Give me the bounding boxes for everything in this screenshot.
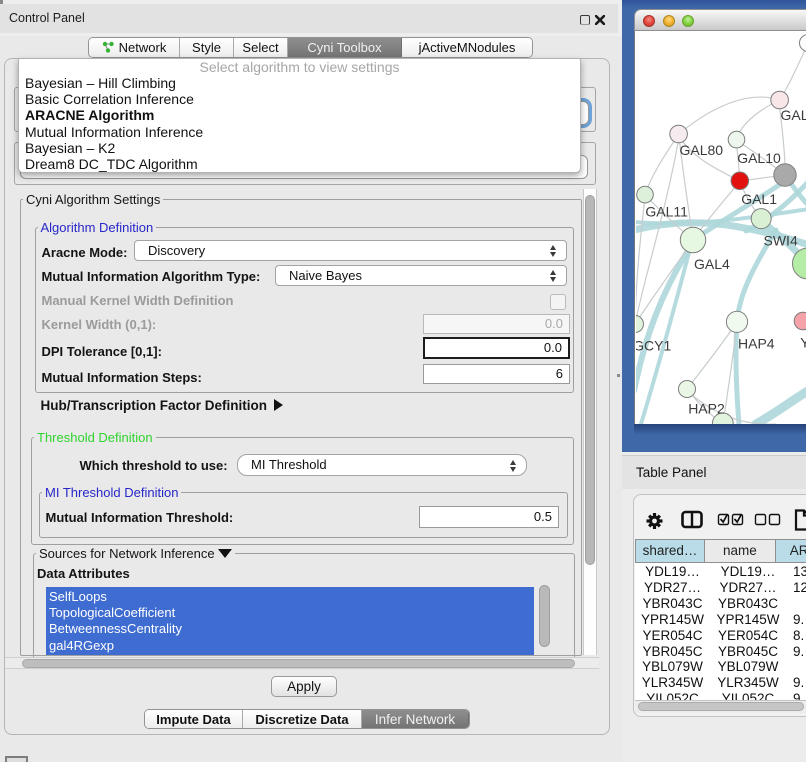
svg-text:SWI4: SWI4 [764, 233, 798, 249]
svg-text:GAL10: GAL10 [737, 150, 781, 166]
svg-text:GAL11: GAL11 [645, 204, 688, 220]
svg-text:GCY1: GCY1 [636, 338, 671, 354]
svg-text:HAP2: HAP2 [688, 401, 725, 417]
svg-text:GAL80: GAL80 [680, 142, 724, 158]
svg-text:HAP4: HAP4 [738, 336, 775, 352]
svg-text:Y: Y [800, 335, 806, 351]
svg-text:GAL7: GAL7 [781, 107, 806, 123]
svg-text:GAL1: GAL1 [741, 191, 777, 207]
svg-text:GAL4: GAL4 [694, 256, 730, 272]
